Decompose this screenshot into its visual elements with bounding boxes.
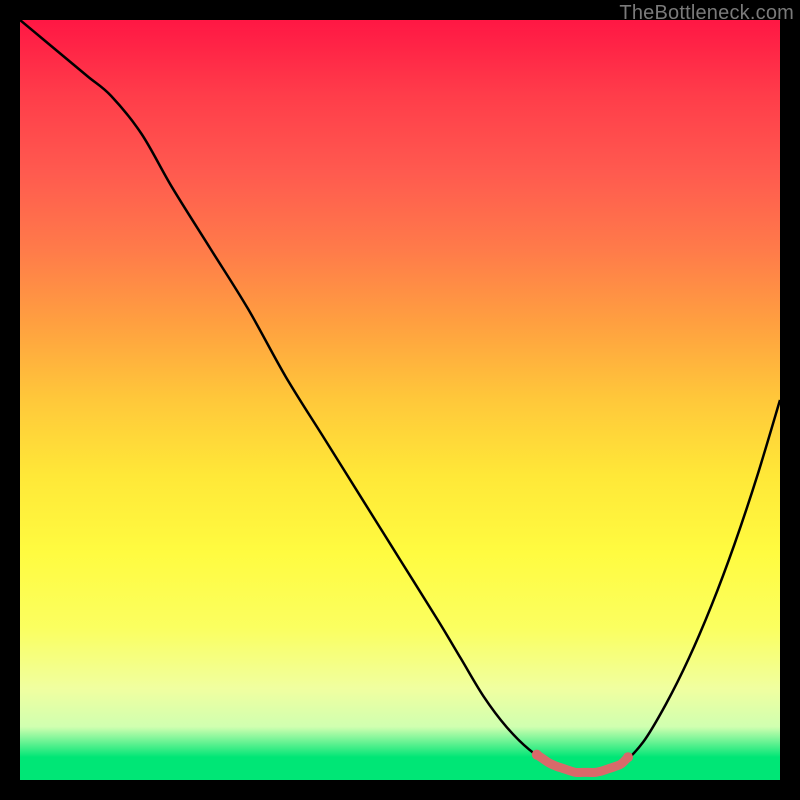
highlight-svg — [20, 20, 780, 780]
plot-area — [20, 20, 780, 780]
highlight-end-left — [532, 750, 542, 760]
optimal-region-highlight — [537, 755, 628, 773]
highlight-end-right — [623, 752, 633, 762]
watermark-text: TheBottleneck.com — [619, 2, 794, 25]
